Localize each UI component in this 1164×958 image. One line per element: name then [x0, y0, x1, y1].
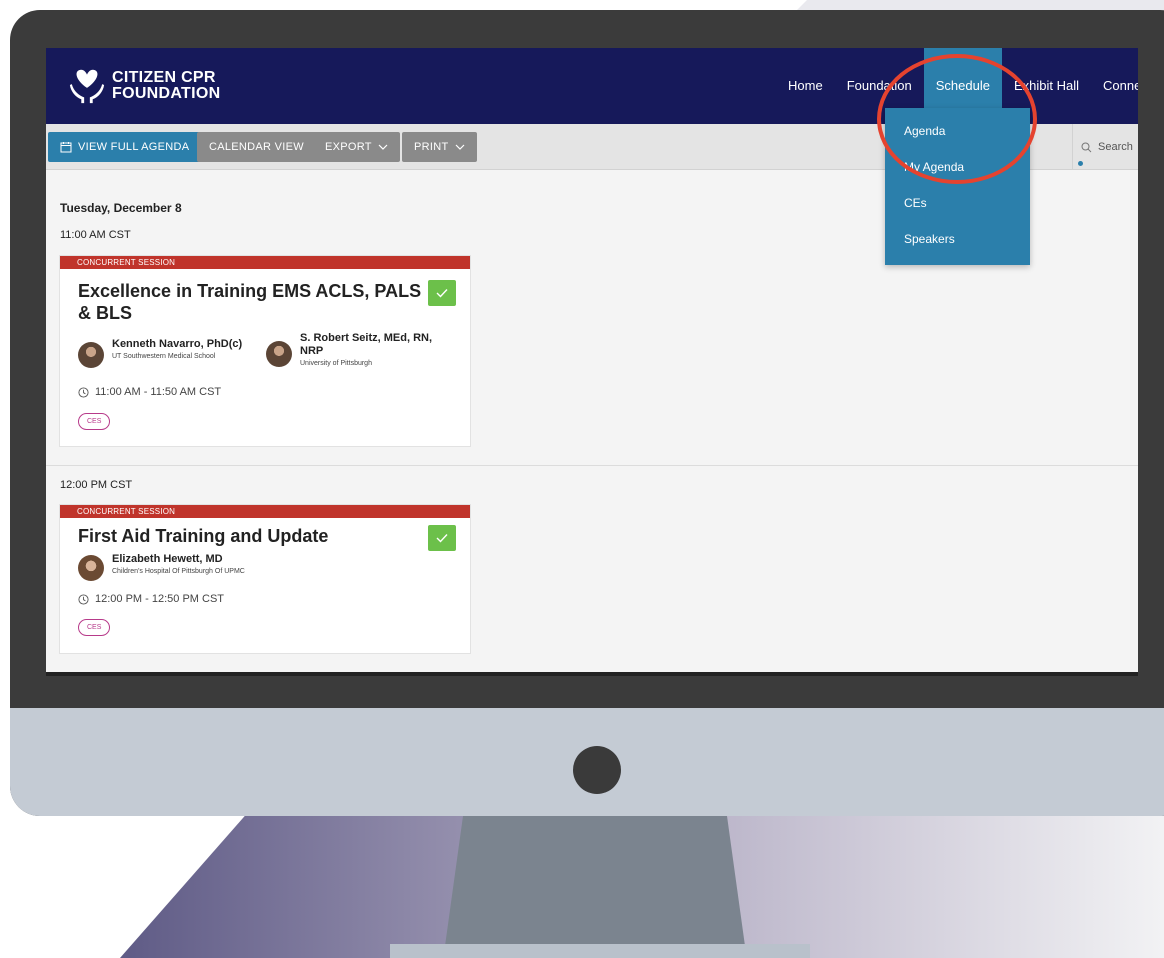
session-type-tag: CONCURRENT SESSION	[60, 256, 470, 269]
time-slot-heading: 12:00 PM CST	[60, 479, 133, 491]
agenda-date: Tuesday, December 8	[60, 201, 182, 215]
avatar	[266, 341, 292, 367]
logo-line-1: CITIZEN CPR	[112, 69, 216, 86]
logo-line-2: FOUNDATION	[112, 85, 221, 102]
session-title-line: & BLS	[78, 303, 132, 323]
monitor-stand-base	[390, 944, 810, 958]
speaker-organization: Children's Hospital Of Pittsburgh Of UPM…	[112, 568, 245, 575]
speaker[interactable]: Kenneth Navarro, PhD(c) UT Southwestern …	[78, 338, 242, 368]
logo-text: CITIZEN CPR FOUNDATION	[112, 70, 220, 102]
calendar-view-label: CALENDAR VIEW	[209, 141, 304, 153]
session-title-line: Excellence in Training EMS ACLS, PALS	[78, 281, 422, 301]
speaker[interactable]: Elizabeth Hewett, MD Children's Hospital…	[78, 553, 245, 581]
screen-bottom-edge	[46, 672, 1138, 676]
clock-icon	[78, 386, 89, 398]
screen: CITIZEN CPR FOUNDATION Home Foundation S…	[46, 48, 1138, 672]
added-to-agenda-checkbox[interactable]	[428, 525, 456, 551]
highlight-circle	[877, 54, 1037, 184]
export-label: EXPORT	[325, 141, 372, 153]
time-slot-divider	[46, 465, 1138, 466]
ces-badge[interactable]: CES	[78, 619, 111, 636]
speaker-organization: University of Pittsburgh	[300, 360, 372, 367]
view-full-agenda-button[interactable]: VIEW FULL AGENDA	[48, 132, 202, 162]
session-title[interactable]: First Aid Training and Update	[78, 525, 328, 547]
menu-item-ces[interactable]: CEs	[885, 188, 1030, 224]
time-slot-heading: 11:00 AM CST	[60, 229, 131, 241]
session-time-range: 11:00 AM - 11:50 AM CST	[95, 386, 222, 398]
session-type-tag: CONCURRENT SESSION	[60, 505, 470, 518]
calendar-icon	[60, 142, 72, 153]
avatar	[78, 555, 104, 581]
search-placeholder: Search	[1098, 141, 1133, 153]
monitor-stand	[445, 816, 745, 946]
speaker-name: S. Robert Seitz, MEd, RN,	[300, 332, 433, 344]
print-label: PRINT	[414, 141, 449, 153]
view-full-agenda-label: VIEW FULL AGENDA	[78, 141, 190, 153]
calendar-view-button[interactable]: CALENDAR VIEW	[197, 132, 316, 162]
heart-hands-icon	[69, 69, 105, 104]
avatar	[78, 342, 104, 368]
chevron-down-icon	[455, 144, 464, 150]
scroll-indicator-dot	[1078, 161, 1083, 166]
checkmark-icon	[436, 289, 448, 298]
speaker-name: NRP	[300, 345, 324, 357]
session-time: 12:00 PM - 12:50 PM CST	[78, 593, 224, 605]
chevron-down-icon	[378, 144, 388, 150]
nav-home[interactable]: Home	[776, 48, 835, 124]
nav-connect[interactable]: Connec	[1091, 48, 1138, 124]
print-button[interactable]: PRINT	[402, 132, 477, 162]
session-title[interactable]: Excellence in Training EMS ACLS, PALS & …	[78, 280, 421, 324]
session-card[interactable]: CONCURRENT SESSION Excellence in Trainin…	[59, 255, 471, 447]
citizen-cpr-logo[interactable]: CITIZEN CPR FOUNDATION	[68, 66, 220, 106]
session-card[interactable]: CONCURRENT SESSION First Aid Training an…	[59, 504, 471, 654]
clock-icon	[78, 593, 89, 605]
monitor-button	[573, 746, 621, 794]
speaker-organization: UT Southwestern Medical School	[112, 353, 216, 360]
export-button[interactable]: EXPORT	[313, 132, 400, 162]
monitor-scene: CITIZEN CPR FOUNDATION Home Foundation S…	[0, 0, 1164, 958]
speaker-name: Kenneth Navarro, PhD(c)	[112, 338, 243, 350]
ces-badge[interactable]: CES	[78, 413, 111, 430]
session-time-range: 12:00 PM - 12:50 PM CST	[95, 593, 224, 605]
session-time: 11:00 AM - 11:50 AM CST	[78, 386, 221, 398]
menu-item-speakers[interactable]: Speakers	[885, 224, 1030, 260]
speaker[interactable]: S. Robert Seitz, MEd, RN, NRP University…	[266, 332, 432, 367]
checkmark-icon	[436, 534, 448, 543]
speaker-name: Elizabeth Hewett, MD	[112, 553, 223, 565]
added-to-agenda-checkbox[interactable]	[428, 280, 456, 306]
search-icon	[1081, 142, 1092, 152]
